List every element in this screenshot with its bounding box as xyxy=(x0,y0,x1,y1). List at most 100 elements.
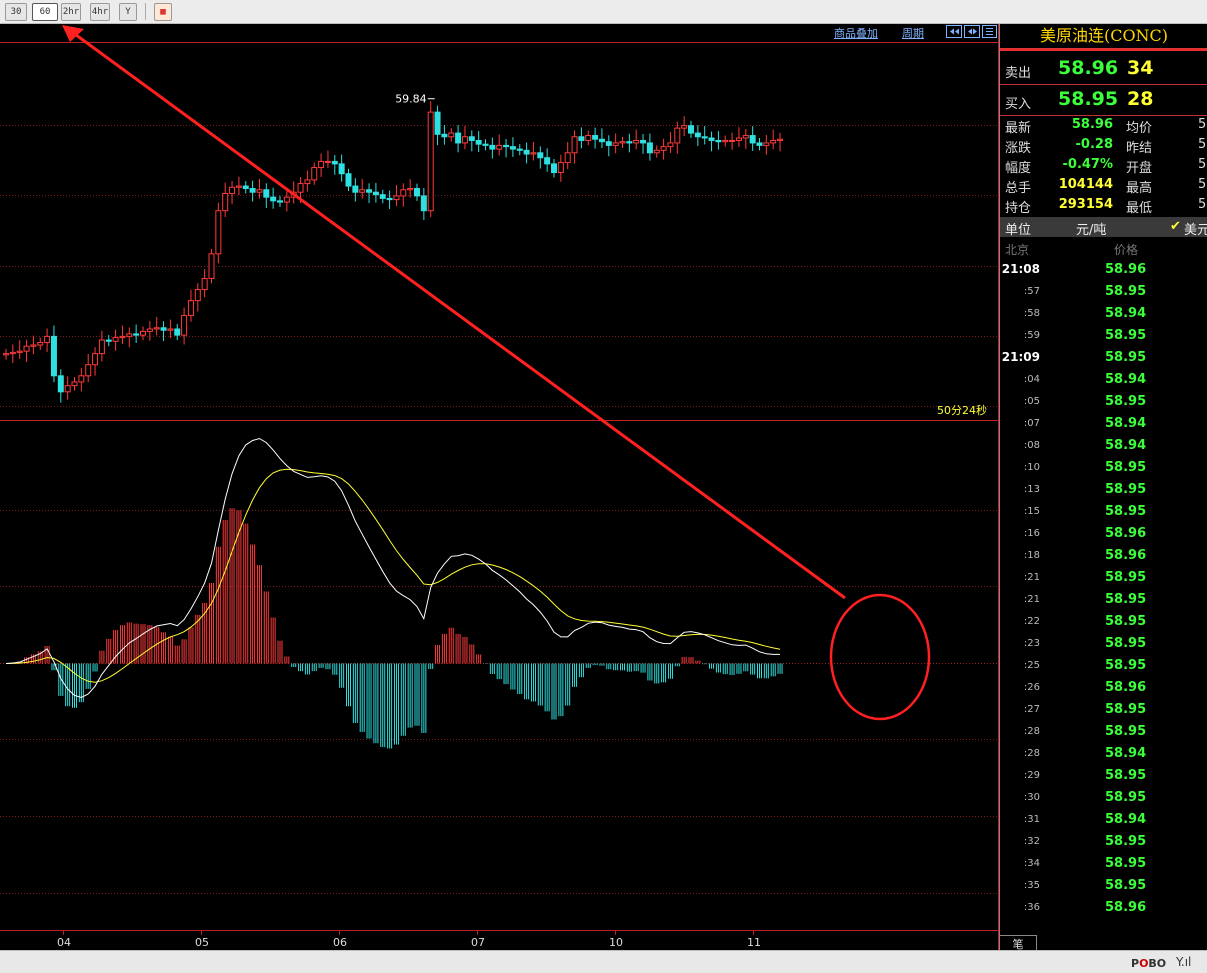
period-y-button[interactable]: Y xyxy=(119,3,137,21)
tick-time: :21 xyxy=(1023,594,1040,605)
stat-label: 最新 xyxy=(1005,121,1032,136)
unit-bar: 单位 元/吨 ✔ 美元 xyxy=(1000,217,1207,238)
candle-body xyxy=(181,314,188,336)
candle-body xyxy=(496,144,503,150)
trades-tab[interactable]: 笔 xyxy=(999,935,1037,951)
tick-price-header: 价格 xyxy=(1114,243,1139,257)
candle-body xyxy=(9,351,16,355)
candle-body xyxy=(551,163,557,173)
candle-body xyxy=(222,192,229,212)
candle-body xyxy=(352,185,359,193)
candle-body xyxy=(619,141,626,144)
tick-time: :30 xyxy=(1023,792,1040,803)
tick-price: 58.95 xyxy=(1105,504,1147,519)
period-2hr-button[interactable]: 2hr xyxy=(61,3,81,21)
tick-price: 58.95 xyxy=(1105,394,1147,409)
buy-row[interactable]: 买入 58.95 28 xyxy=(1000,85,1207,116)
stat-label-2: 均价 xyxy=(1126,121,1153,136)
tick-time: 21:09 xyxy=(1001,350,1040,364)
period-link[interactable]: 周期 xyxy=(902,25,924,41)
currency-toggle[interactable]: 美元 xyxy=(1184,219,1207,238)
tick-time: :07 xyxy=(1023,418,1040,429)
candle-body xyxy=(503,144,510,148)
candle-body xyxy=(112,337,119,342)
tick-price: 58.95 xyxy=(1105,834,1147,849)
overlay-link[interactable]: 商品叠加 xyxy=(834,25,878,41)
candle-body xyxy=(359,189,366,193)
candle-body xyxy=(386,197,393,201)
stat-label: 总手 xyxy=(1005,181,1032,196)
candle-body xyxy=(85,364,92,377)
x-axis-label: 06 xyxy=(333,936,347,949)
candle-body xyxy=(708,137,715,141)
sell-row[interactable]: 卖出 58.96 34 xyxy=(1000,54,1207,85)
quote-panel: 美原油连(CONC) 卖出 58.96 34 买入 58.95 28 最新 58.… xyxy=(999,24,1207,950)
tick-price: 58.95 xyxy=(1105,482,1147,497)
candle-body xyxy=(756,142,763,146)
tick-price: 58.95 xyxy=(1105,328,1147,343)
annotation-circle xyxy=(829,593,931,721)
candle-body xyxy=(153,327,160,330)
tick-price: 58.96 xyxy=(1105,900,1147,915)
candle-body xyxy=(729,139,736,142)
candle-body xyxy=(167,328,174,331)
unit-value: 元/吨 xyxy=(1076,223,1107,238)
candle-body xyxy=(420,195,427,212)
expand-icon xyxy=(968,28,977,35)
tick-price: 58.96 xyxy=(1105,548,1147,563)
stat-label: 幅度 xyxy=(1005,161,1032,176)
tick-time-header: 北京 xyxy=(1005,243,1030,257)
sell-label: 卖出 xyxy=(1005,66,1032,81)
tick-time: :59 xyxy=(1023,330,1040,341)
candle-body xyxy=(242,185,249,190)
candle-body xyxy=(92,353,99,366)
pobo-logo: POBO xyxy=(1131,957,1167,970)
stat-label: 持仓 xyxy=(1005,201,1032,216)
candle-body xyxy=(133,333,140,336)
candle-body xyxy=(578,136,585,141)
stat-value-2: 5 xyxy=(1198,157,1207,172)
period-30-button[interactable]: 30 xyxy=(5,3,27,21)
candle-body xyxy=(208,253,215,279)
candle-body xyxy=(400,189,407,197)
candle-body xyxy=(187,300,194,316)
candle-body xyxy=(277,200,283,203)
candle-body xyxy=(229,186,236,194)
candle-body xyxy=(249,188,256,193)
candle-body xyxy=(318,160,325,169)
candle-body xyxy=(30,344,37,347)
tick-price: 58.96 xyxy=(1105,680,1147,695)
tick-price: 58.95 xyxy=(1105,460,1147,475)
stat-value-2: 5 xyxy=(1198,197,1207,212)
tick-price: 58.94 xyxy=(1105,746,1147,761)
candle-body xyxy=(482,143,489,146)
candle-body xyxy=(592,135,599,140)
candle-body xyxy=(331,160,338,165)
candle-body xyxy=(57,375,64,393)
calendar-icon[interactable]: ▦ xyxy=(154,3,172,21)
tick-price: 58.95 xyxy=(1105,284,1147,299)
tick-time: :29 xyxy=(1023,770,1040,781)
tick-time: :13 xyxy=(1023,484,1040,495)
x-axis-label: 05 xyxy=(195,936,209,949)
chart-canvas: 59.84 50分24秒 04 05 06 07 10 11 xyxy=(0,24,999,950)
candle-body xyxy=(304,179,311,185)
candle-body xyxy=(516,148,523,151)
candle-body xyxy=(441,133,448,138)
candle-body xyxy=(174,328,181,336)
candle-body xyxy=(263,189,270,198)
candle-body xyxy=(530,152,537,155)
x-axis-label: 04 xyxy=(57,936,71,949)
x-axis-label: 11 xyxy=(747,936,761,949)
zoom-controls[interactable] xyxy=(946,25,998,39)
period-4hr-button[interactable]: 4hr xyxy=(90,3,110,21)
candle-body xyxy=(105,339,112,342)
candle-body xyxy=(455,132,462,144)
kline-chart[interactable]: 59.84 50分24秒 04 05 06 07 10 11 商品叠加 周期 xyxy=(0,24,999,972)
candle-body xyxy=(509,146,516,150)
candle-body xyxy=(742,135,749,139)
tick-time: :04 xyxy=(1023,374,1040,385)
period-60-button[interactable]: 60 xyxy=(32,3,58,21)
candle-body xyxy=(140,330,146,336)
tick-price: 58.95 xyxy=(1105,658,1147,673)
